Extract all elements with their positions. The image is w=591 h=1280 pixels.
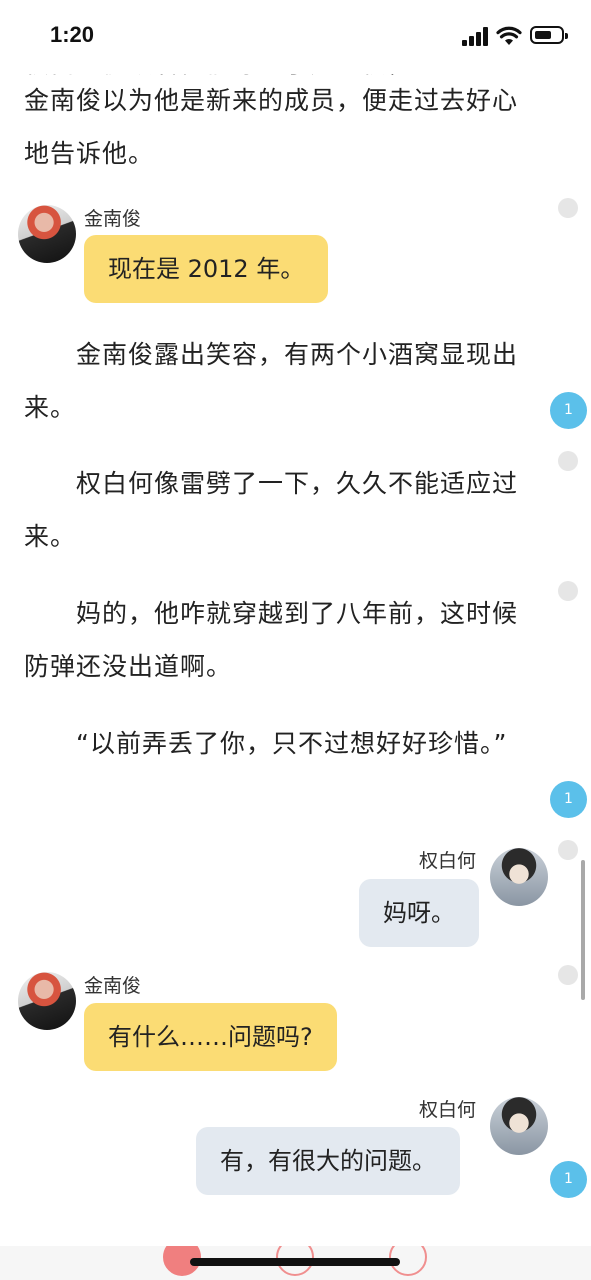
comment-badge[interactable]: 1	[550, 781, 587, 818]
comment-dot[interactable]	[558, 581, 578, 601]
speaker-name: 金南俊	[84, 208, 142, 230]
comment-badge[interactable]: 1	[550, 1161, 587, 1198]
wifi-icon	[496, 26, 522, 45]
comment-dot[interactable]	[558, 198, 578, 218]
story-paragraph: 金南俊露出笑容，有两个小酒窝显现出来。	[24, 340, 519, 422]
scrollbar[interactable]	[581, 860, 585, 1000]
story-paragraph: 权白何像雷劈了一下，久久不能适应过来。	[24, 469, 519, 551]
chat-bubble-left: 现在是 2012 年。	[84, 235, 329, 303]
comment-dot[interactable]	[558, 451, 578, 471]
avatar-kwon-baihe[interactable]	[490, 848, 548, 906]
comment-dot[interactable]	[558, 965, 578, 985]
speaker-name: 金南俊	[84, 975, 142, 997]
avatar-kwon-baihe[interactable]	[490, 1097, 548, 1155]
story-paragraph: 金南俊以为他是新来的成员，便走过去好心地告诉他。	[24, 86, 519, 168]
status-bar: 1:20	[0, 0, 591, 74]
speaker-name: 权白何	[419, 1099, 477, 1121]
chat-bubble-right: 有，有很大的问题。	[196, 1127, 460, 1195]
chat-bubble-left: 有什么……问题吗?	[84, 1003, 337, 1071]
story-paragraph: “以前弄丢了你，只不过想好好珍惜。”	[24, 729, 508, 758]
speaker-name: 权白何	[419, 850, 477, 872]
home-indicator[interactable]	[190, 1258, 400, 1266]
chat-bubble-right: 妈呀。	[359, 879, 479, 947]
signal-icon	[462, 26, 492, 46]
status-time: 1:20	[50, 22, 95, 47]
comment-badge[interactable]: 1	[550, 392, 587, 429]
avatar-kim-namjoon[interactable]	[18, 205, 76, 263]
avatar-kim-namjoon[interactable]	[18, 972, 76, 1030]
comment-dot[interactable]	[558, 840, 578, 860]
story-paragraph: 妈的，他咋就穿越到了八年前，这时候防弹还没出道啊。	[24, 599, 519, 681]
battery-icon	[530, 26, 568, 44]
